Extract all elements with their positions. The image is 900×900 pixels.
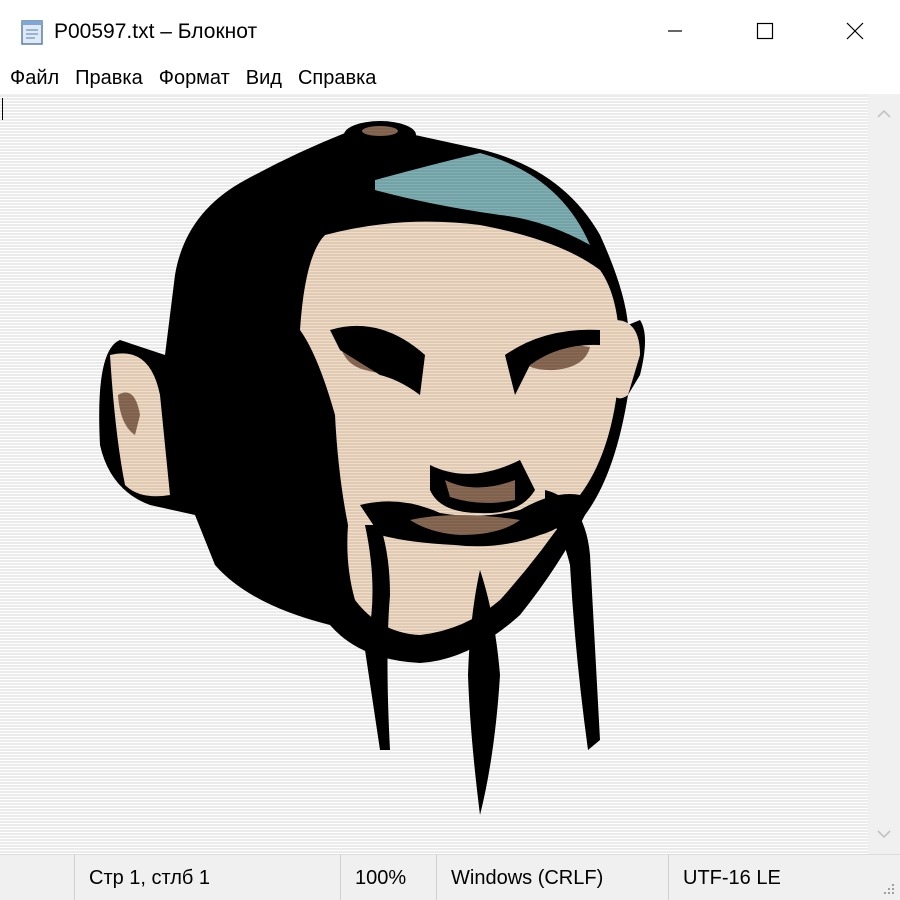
maximize-icon xyxy=(756,22,774,40)
title-bar[interactable]: P00597.txt – Блокнот xyxy=(0,0,900,62)
status-encoding: UTF-16 LE xyxy=(668,855,868,900)
resize-grip-icon[interactable] xyxy=(880,880,896,896)
menu-file[interactable]: Файл xyxy=(2,63,67,93)
scroll-up-button[interactable] xyxy=(868,102,900,130)
status-line-endings: Windows (CRLF) xyxy=(436,855,668,900)
chevron-down-icon xyxy=(876,827,892,845)
scroll-down-button[interactable] xyxy=(868,822,900,850)
notepad-icon[interactable] xyxy=(18,18,46,46)
maximize-button[interactable] xyxy=(720,0,810,62)
menu-view[interactable]: Вид xyxy=(238,63,290,93)
text-editor[interactable] xyxy=(0,94,868,854)
minimize-button[interactable] xyxy=(630,0,720,62)
menu-bar: Файл Правка Формат Вид Справка xyxy=(0,62,900,94)
menu-format[interactable]: Формат xyxy=(151,63,238,93)
menu-edit[interactable]: Правка xyxy=(67,63,151,93)
status-zoom: 100% xyxy=(340,855,436,900)
menu-help[interactable]: Справка xyxy=(290,63,384,93)
minimize-icon xyxy=(667,23,683,39)
text-caret xyxy=(2,98,3,120)
close-button[interactable] xyxy=(810,0,900,62)
ascii-art-face-image xyxy=(0,95,868,854)
chevron-up-icon xyxy=(876,107,892,125)
close-icon xyxy=(846,22,864,40)
vertical-scrollbar[interactable] xyxy=(868,94,900,854)
status-bar: Стр 1, стлб 1 100% Windows (CRLF) UTF-16… xyxy=(0,854,900,900)
status-cursor-position: Стр 1, стлб 1 xyxy=(74,855,340,900)
window-title: P00597.txt – Блокнот xyxy=(54,20,258,43)
